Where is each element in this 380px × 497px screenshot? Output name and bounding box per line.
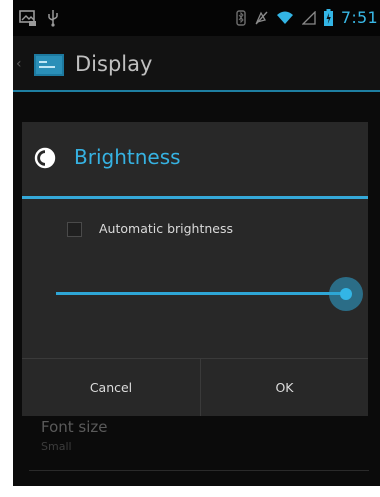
- status-time: 7:51: [340, 8, 378, 27]
- signal-icon: [301, 10, 316, 25]
- font-size-value: Small: [41, 440, 72, 453]
- screenshot-icon: [19, 9, 36, 26]
- font-size-label[interactable]: Font size: [41, 418, 108, 436]
- brightness-slider-track[interactable]: [56, 292, 347, 295]
- silent-icon: [255, 11, 268, 24]
- action-bar-divider: [13, 90, 380, 92]
- display-settings-icon[interactable]: [33, 53, 65, 77]
- automatic-brightness-checkbox[interactable]: [67, 222, 82, 237]
- status-bar-left: [19, 9, 59, 27]
- wifi-icon: [276, 11, 293, 24]
- ok-button[interactable]: OK: [201, 359, 368, 416]
- cancel-button[interactable]: Cancel: [22, 359, 200, 416]
- brightness-icon: [34, 147, 56, 169]
- ok-button-label: OK: [275, 380, 294, 395]
- automatic-brightness-label[interactable]: Automatic brightness: [99, 221, 233, 236]
- list-divider: [29, 470, 369, 471]
- page-title: Display: [75, 52, 153, 76]
- brightness-slider-thumb[interactable]: [340, 288, 352, 300]
- status-bar-right: 7:51: [236, 8, 378, 27]
- usb-icon: [48, 10, 58, 27]
- dialog-title-divider: [22, 196, 368, 199]
- battery-icon: [323, 9, 333, 26]
- dialog-title: Brightness: [74, 145, 181, 169]
- action-bar: [13, 36, 380, 90]
- cancel-button-label: Cancel: [89, 380, 133, 395]
- bluetooth-icon: [236, 9, 246, 26]
- up-caret-icon[interactable]: ‹: [16, 56, 22, 72]
